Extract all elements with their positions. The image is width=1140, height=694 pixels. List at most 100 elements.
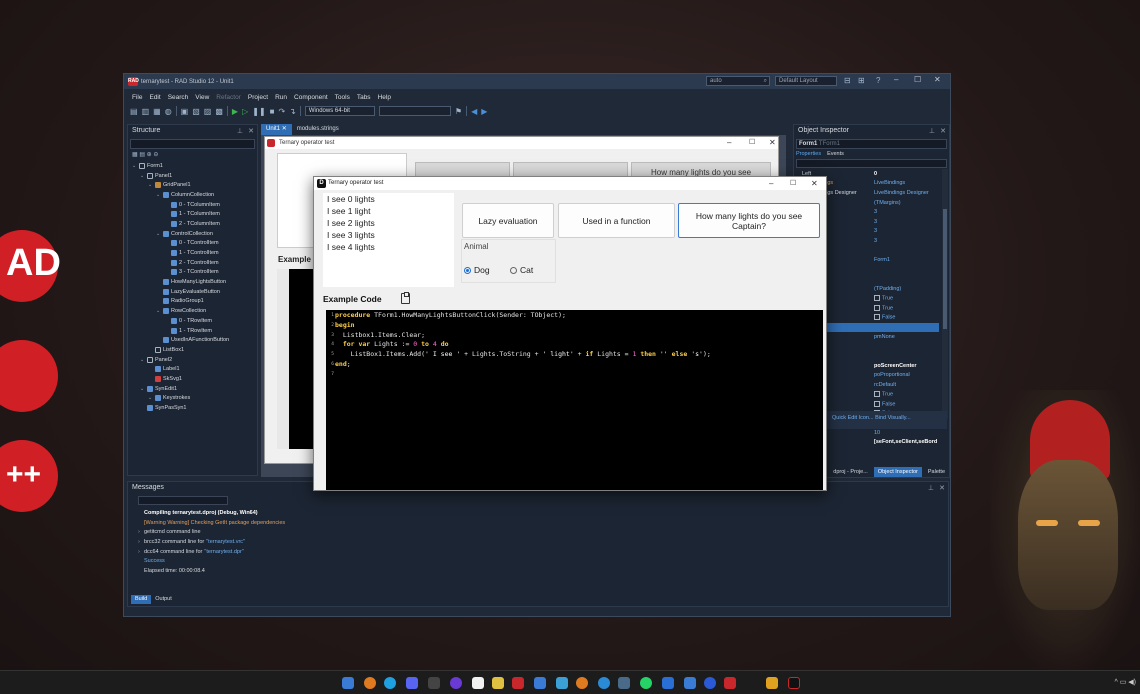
tree-node[interactable]: 0 - TControlItem (128, 239, 257, 249)
help-icon[interactable]: ? (876, 76, 880, 85)
list-item[interactable]: I see 2 lights (323, 217, 454, 229)
delphi-taskbar-icon[interactable] (788, 677, 800, 689)
checkbox-icon[interactable] (874, 295, 880, 302)
list-item[interactable]: I see 0 lights (323, 193, 454, 205)
tab-project[interactable]: dproj - Proje... (829, 467, 872, 477)
discord-icon[interactable] (406, 677, 418, 689)
app-icon[interactable] (662, 677, 674, 689)
radio-dog[interactable]: Dog (464, 265, 490, 275)
filezilla-icon[interactable] (512, 677, 524, 689)
tree-node[interactable]: 2 - TControlItem (128, 258, 257, 268)
property-value[interactable]: 3 (874, 219, 939, 225)
pin-icon[interactable]: ⊥ (237, 127, 243, 135)
tree-node[interactable]: RadioGroup1 (128, 297, 257, 307)
tree-node[interactable]: ⌄ RowCollection (128, 306, 257, 316)
system-tray[interactable]: ^ ▭ ◀) (1114, 678, 1136, 686)
edge-icon[interactable] (384, 677, 396, 689)
back-arrow-icon[interactable]: ◀ (471, 107, 477, 116)
deploy-icon[interactable]: ⚑ (455, 107, 462, 116)
designer-code-editor[interactable] (277, 269, 317, 449)
menu-view[interactable]: View (195, 94, 209, 101)
step-over-icon[interactable]: ↷ (278, 107, 285, 116)
property-value[interactable]: (TPadding) (874, 286, 939, 292)
property-value[interactable]: True (874, 391, 939, 398)
object-selector[interactable]: Form1 TForm1 (796, 139, 947, 149)
tree-node[interactable]: ⌄ SynEdit1 (128, 384, 257, 394)
terminal-icon[interactable] (428, 677, 440, 689)
tree-node[interactable]: ⌄ Keystrokes (128, 394, 257, 404)
property-value[interactable]: LiveBindings Designer (874, 190, 939, 196)
expand-icon[interactable]: ⌄ (140, 357, 147, 363)
oi-scrollbar[interactable] (942, 169, 948, 419)
message-line[interactable]: › dcc64 command line for "ternarytest.dpr… (134, 547, 938, 557)
radio-cat[interactable]: Cat (510, 265, 533, 275)
app-icon[interactable] (704, 677, 716, 689)
tree-node[interactable]: ⌄ Panel2 (128, 355, 257, 365)
listbox[interactable]: I see 0 lights I see 1 light I see 2 light… (323, 193, 454, 287)
menu-refactor[interactable]: Refactor (216, 94, 241, 101)
tree-node[interactable]: 1 - TColumnItem (128, 209, 257, 219)
checkbox-icon[interactable] (874, 400, 880, 407)
run-icon[interactable]: ▶ (232, 107, 238, 116)
tab-close-icon[interactable]: ✕ (282, 126, 287, 132)
expand-icon[interactable]: ⌄ (132, 163, 139, 169)
tree-node[interactable]: UsedInAFunctionButton (128, 335, 257, 345)
tab-object-inspector[interactable]: Object Inspector (873, 467, 922, 477)
message-line[interactable]: › brcc32 command line for "ternarytest.vr… (134, 537, 938, 547)
expand-icon[interactable]: ⌄ (140, 386, 147, 392)
menu-help[interactable]: Help (378, 94, 391, 101)
property-value[interactable]: True (874, 295, 939, 302)
menu-component[interactable]: Component (294, 94, 328, 101)
tree-node[interactable]: 3 - TControlItem (128, 268, 257, 278)
forward-arrow-icon[interactable]: ▶ (481, 107, 487, 116)
app-maximize-icon[interactable]: ☐ (790, 177, 796, 190)
app-icon[interactable] (364, 677, 376, 689)
tree-node[interactable]: SynPasSyn1 (128, 403, 257, 413)
new-icon[interactable]: ▤ (130, 107, 138, 116)
clipboard-icon[interactable] (401, 292, 410, 304)
property-value[interactable]: False (874, 400, 939, 407)
tree-node[interactable]: 1 - TControlItem (128, 248, 257, 258)
property-value[interactable]: poScreenCenter (874, 363, 939, 369)
maximize-icon[interactable]: ☐ (914, 75, 921, 84)
pause-icon[interactable]: ❚❚ (252, 107, 265, 116)
tree-node[interactable]: 1 - TRowItem (128, 326, 257, 336)
whatsapp-icon[interactable] (640, 677, 652, 689)
property-value[interactable]: pmNone (874, 334, 939, 340)
property-value[interactable]: False (874, 314, 939, 321)
message-line[interactable]: Success (134, 556, 938, 566)
tab-unit1[interactable]: Unit1 ✕ (261, 124, 292, 135)
open-icon[interactable]: ▥ (142, 107, 150, 116)
message-file-link[interactable]: "ternarytest.vrc" (206, 539, 245, 545)
list-item[interactable]: I see 1 light (323, 205, 454, 217)
structure-toolbar-icons[interactable]: ▦ ▤ ⊕ ⊖ (132, 151, 158, 158)
rad-studio-taskbar-icon[interactable] (724, 677, 736, 689)
menu-tools[interactable]: Tools (335, 94, 350, 101)
tab-modules-strings[interactable]: modules.strings (292, 124, 344, 135)
tree-node[interactable]: 2 - TColumnItem (128, 219, 257, 229)
tree-node[interactable]: ⌄ Panel1 (128, 171, 257, 181)
lazy-evaluation-button[interactable]: Lazy evaluation (462, 203, 554, 238)
oi-close-icon[interactable]: ✕ (940, 127, 946, 135)
expand-icon[interactable]: ⌄ (148, 182, 155, 188)
property-value[interactable]: 3 (874, 209, 939, 215)
menu-search[interactable]: Search (168, 94, 189, 101)
tree-node[interactable]: SkSvg1 (128, 374, 257, 384)
ide-search-input[interactable]: auto ⌕ (706, 76, 770, 86)
step-into-icon[interactable]: ↴ (289, 107, 296, 116)
menu-tabs[interactable]: Tabs (357, 94, 371, 101)
expand-icon[interactable]: ⌄ (140, 173, 147, 179)
tree-node[interactable]: 0 - TColumnItem (128, 200, 257, 210)
message-line[interactable]: › getitcmd command line (134, 527, 938, 537)
messages-search-input[interactable] (138, 496, 228, 505)
menu-project[interactable]: Project (248, 94, 268, 101)
structure-search-input[interactable] (130, 139, 255, 149)
tab-events[interactable]: Events (827, 151, 844, 157)
property-value[interactable]: True (874, 304, 939, 311)
app-minimize-icon[interactable]: – (769, 177, 773, 190)
app-icon[interactable] (576, 677, 588, 689)
tree-node[interactable]: LazyEvaluateButton (128, 287, 257, 297)
app-close-icon[interactable]: ✕ (811, 177, 818, 190)
list-item[interactable]: I see 4 lights (323, 241, 454, 253)
menu-file[interactable]: File (132, 94, 142, 101)
